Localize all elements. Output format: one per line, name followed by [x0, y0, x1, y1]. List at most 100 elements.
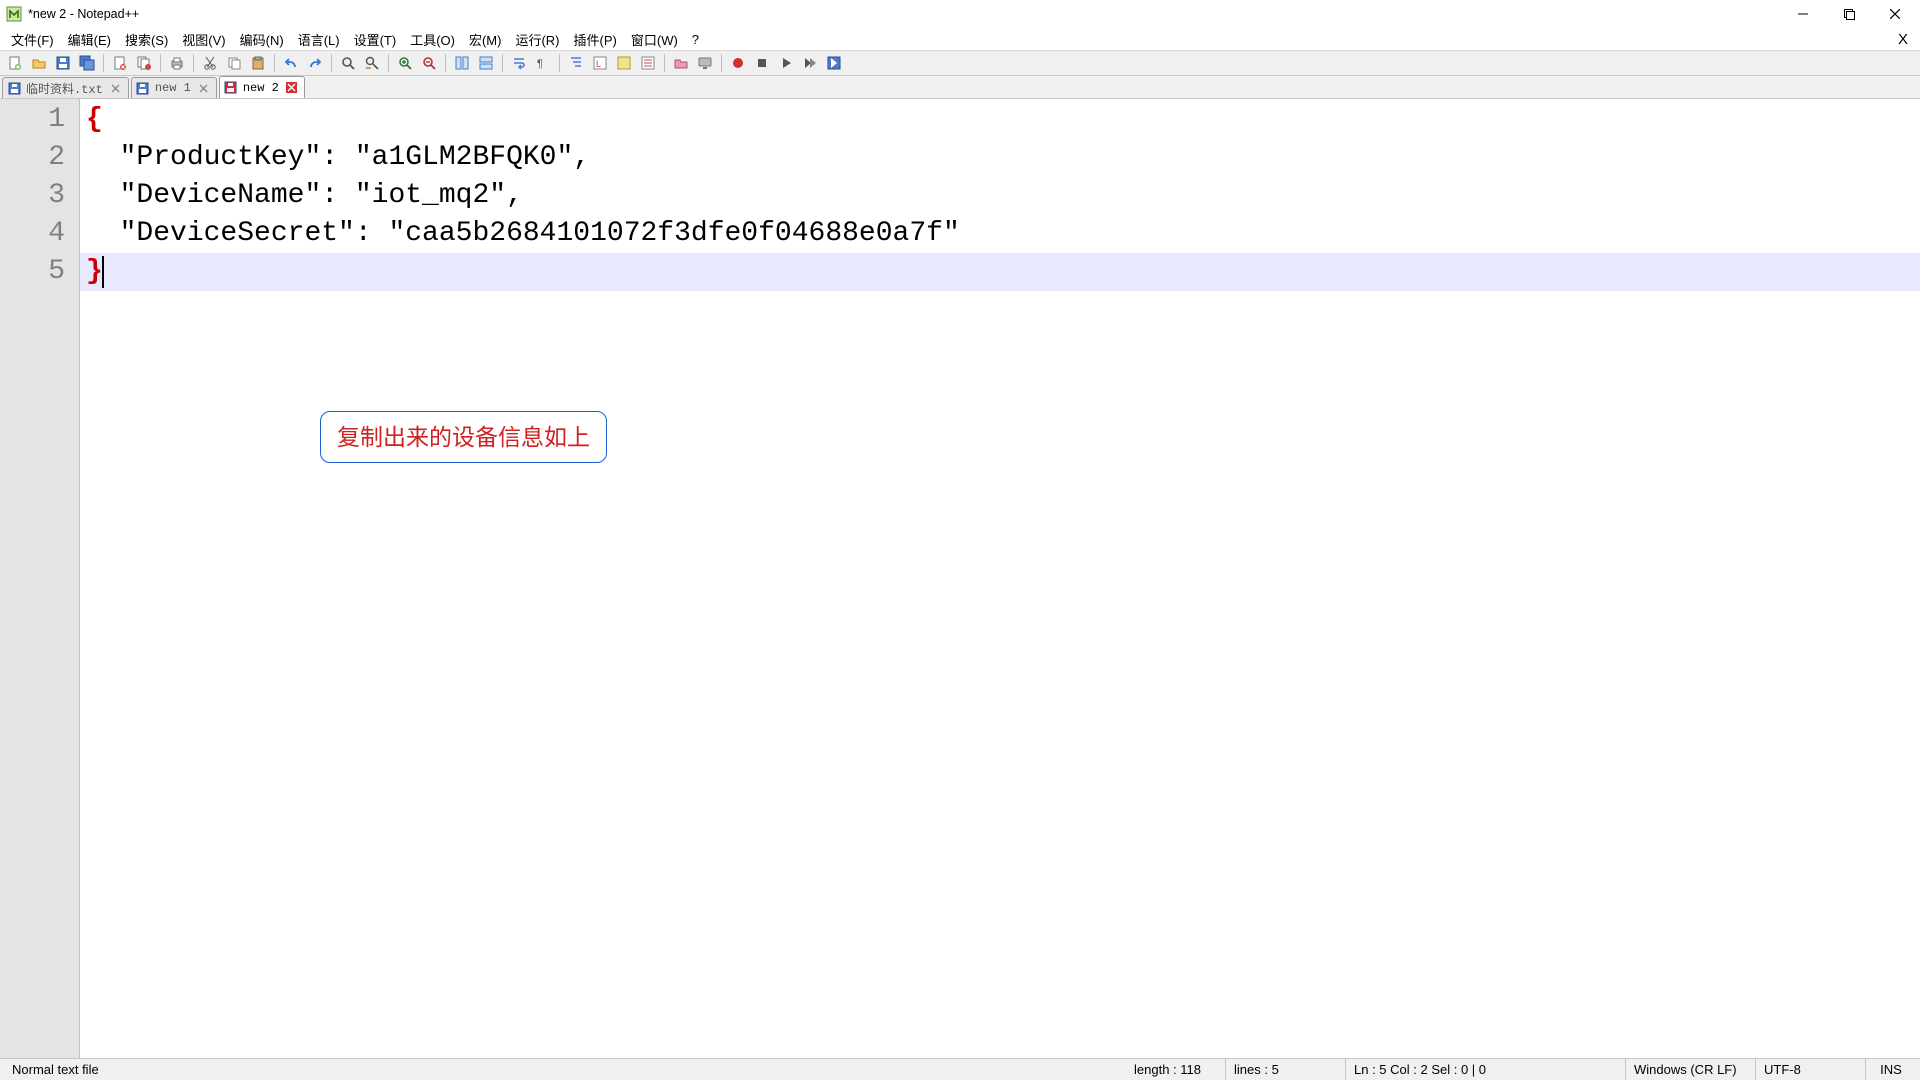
status-eol: Windows (CR LF) [1626, 1059, 1756, 1080]
text-caret [102, 256, 104, 288]
record-icon[interactable] [727, 52, 749, 74]
line-number: 1 [0, 101, 79, 139]
toolbar: ¶L [0, 50, 1920, 76]
status-pos: Ln : 5 Col : 2 Sel : 0 | 0 [1346, 1059, 1626, 1080]
print-icon[interactable] [166, 52, 188, 74]
code-area[interactable]: { "ProductKey": "a1GLM2BFQK0", "DeviceNa… [80, 99, 1920, 1058]
menubar: 文件(F) 编辑(E) 搜索(S) 视图(V) 编码(N) 语言(L) 设置(T… [0, 28, 1920, 50]
close-all-icon[interactable] [133, 52, 155, 74]
menu-window[interactable]: 窗口(W) [624, 29, 685, 50]
indent-guide-icon[interactable] [565, 52, 587, 74]
show-chars-icon[interactable]: ¶ [532, 52, 554, 74]
menu-encoding[interactable]: 编码(N) [233, 29, 291, 50]
toolbar-separator [445, 54, 446, 72]
menu-edit[interactable]: 编辑(E) [61, 29, 118, 50]
disk-icon [224, 81, 238, 95]
lang-icon[interactable]: L [589, 52, 611, 74]
sync-v-icon[interactable] [451, 52, 473, 74]
code-line[interactable]: { [80, 101, 1920, 139]
play-icon[interactable] [775, 52, 797, 74]
new-file-icon[interactable] [4, 52, 26, 74]
redo-icon[interactable] [304, 52, 326, 74]
menu-run[interactable]: 运行(R) [508, 29, 566, 50]
tab-2[interactable]: new 2 [219, 76, 305, 98]
status-length: length : 118 [1126, 1059, 1226, 1080]
disk-icon [7, 81, 21, 95]
toolbar-separator [103, 54, 104, 72]
toolbar-separator [160, 54, 161, 72]
menu-file[interactable]: 文件(F) [4, 29, 61, 50]
func-list-icon[interactable] [637, 52, 659, 74]
tab-label: 临时资料.txt [26, 80, 103, 97]
sync-h-icon[interactable] [475, 52, 497, 74]
tab-label: new 2 [243, 81, 279, 95]
svg-text:¶: ¶ [537, 58, 543, 70]
toolbar-separator [559, 54, 560, 72]
window-title: *new 2 - Notepad++ [28, 7, 139, 21]
code-line[interactable]: "ProductKey": "a1GLM2BFQK0", [80, 139, 1920, 177]
zoom-out-icon[interactable] [418, 52, 440, 74]
toolbar-separator [664, 54, 665, 72]
tab-close-button[interactable] [197, 82, 210, 95]
monitor-icon[interactable] [694, 52, 716, 74]
line-number: 3 [0, 177, 79, 215]
save-macro-icon[interactable] [823, 52, 845, 74]
save-icon[interactable] [52, 52, 74, 74]
line-number: 4 [0, 215, 79, 253]
open-file-icon[interactable] [28, 52, 50, 74]
undo-icon[interactable] [280, 52, 302, 74]
line-number-gutter: 12345 [0, 99, 80, 1058]
menu-tools[interactable]: 工具(O) [403, 29, 462, 50]
window-controls [1780, 0, 1918, 28]
line-number: 2 [0, 139, 79, 177]
minimize-button[interactable] [1780, 0, 1826, 28]
status-filetype: Normal text file [4, 1059, 304, 1080]
cut-icon[interactable] [199, 52, 221, 74]
menu-plugins[interactable]: 插件(P) [567, 29, 624, 50]
line-number: 5 [0, 253, 79, 291]
app-icon [6, 6, 22, 22]
replace-icon[interactable] [361, 52, 383, 74]
stop-icon[interactable] [751, 52, 773, 74]
statusbar: Normal text file length : 118 lines : 5 … [0, 1058, 1920, 1080]
find-icon[interactable] [337, 52, 359, 74]
annotation-callout: 复制出来的设备信息如上 [320, 411, 607, 463]
close-button[interactable] [1872, 0, 1918, 28]
disk-icon [136, 81, 150, 95]
menu-language[interactable]: 语言(L) [291, 29, 347, 50]
menu-help[interactable]: ? [685, 31, 706, 48]
editor[interactable]: 12345 { "ProductKey": "a1GLM2BFQK0", "De… [0, 99, 1920, 1058]
tab-0[interactable]: 临时资料.txt [2, 77, 129, 98]
toolbar-separator [502, 54, 503, 72]
titlebar: *new 2 - Notepad++ [0, 0, 1920, 28]
code-line[interactable]: } [80, 253, 1920, 291]
toolbar-separator [388, 54, 389, 72]
status-enc: UTF-8 [1756, 1059, 1866, 1080]
status-ovr: INS [1866, 1059, 1916, 1080]
menu-settings[interactable]: 设置(T) [347, 29, 404, 50]
paste-icon[interactable] [247, 52, 269, 74]
menu-view[interactable]: 视图(V) [175, 29, 232, 50]
toolbar-separator [721, 54, 722, 72]
folder-icon[interactable] [670, 52, 692, 74]
status-lines: lines : 5 [1226, 1059, 1346, 1080]
tab-close-button[interactable] [285, 81, 298, 94]
toolbar-separator [331, 54, 332, 72]
menu-macro[interactable]: 宏(M) [462, 29, 509, 50]
toolbar-separator [274, 54, 275, 72]
menubar-close-doc-button[interactable]: X [1890, 31, 1916, 48]
save-all-icon[interactable] [76, 52, 98, 74]
copy-icon[interactable] [223, 52, 245, 74]
tab-close-button[interactable] [109, 82, 122, 95]
code-line[interactable]: "DeviceSecret": "caa5b2684101072f3dfe0f0… [80, 215, 1920, 253]
wrap-icon[interactable] [508, 52, 530, 74]
doc-map-icon[interactable] [613, 52, 635, 74]
code-line[interactable]: "DeviceName": "iot_mq2", [80, 177, 1920, 215]
zoom-in-icon[interactable] [394, 52, 416, 74]
tab-1[interactable]: new 1 [131, 77, 217, 98]
maximize-button[interactable] [1826, 0, 1872, 28]
menu-search[interactable]: 搜索(S) [118, 29, 175, 50]
tabbar: 临时资料.txt new 1 new 2 [0, 76, 1920, 99]
play-multi-icon[interactable] [799, 52, 821, 74]
close-icon[interactable] [109, 52, 131, 74]
